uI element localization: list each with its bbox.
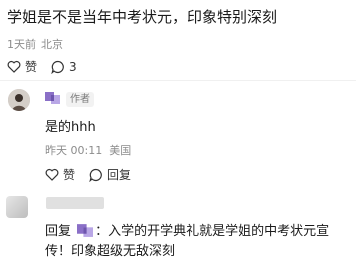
post-comment-count: 3 <box>69 59 77 74</box>
reply1-avatar[interactable] <box>8 89 30 111</box>
reply1-text: 是的hhh <box>45 120 96 135</box>
post-meta: 1天前 北京 <box>7 36 63 52</box>
comment-icon <box>51 60 64 74</box>
comment-icon <box>89 168 102 182</box>
post-time: 1天前 <box>7 38 36 51</box>
author-badge: 作者 <box>66 92 94 107</box>
reply1-like-button[interactable]: 赞 <box>45 166 75 183</box>
post-comment-button[interactable]: 3 <box>51 60 77 74</box>
author-name-icon[interactable] <box>77 222 94 238</box>
post-like-label: 赞 <box>25 60 38 74</box>
post-text: 学姐是不是当年中考状元，印象特别深刻 <box>7 8 278 26</box>
heart-icon <box>7 60 21 73</box>
reply2-text: 回复 ：入学的开学典礼就是学姐的中考状元宣传！印象超级无敌深刻 <box>45 222 351 262</box>
post-like-button[interactable]: 赞 <box>7 58 37 75</box>
reply1-time: 昨天 00:11 <box>45 144 103 157</box>
divider <box>0 80 356 81</box>
reply2-username-blurred <box>46 197 104 209</box>
post-actions: 赞 3 <box>7 58 91 75</box>
reply1-location: 美国 <box>109 144 132 157</box>
reply1-actions: 赞 回复 <box>45 166 145 183</box>
person-avatar-icon <box>8 89 30 111</box>
reply1-reply-label: 回复 <box>107 168 132 182</box>
heart-icon <box>45 168 59 181</box>
reply1-meta: 昨天 00:11 美国 <box>45 142 131 158</box>
reply1-like-label: 赞 <box>63 168 76 182</box>
reply2-avatar[interactable] <box>6 196 28 218</box>
reply2-prefix: 回复 <box>45 224 72 239</box>
reply1-reply-button[interactable]: 回复 <box>89 166 131 183</box>
post-location: 北京 <box>41 38 63 51</box>
author-name-icon[interactable] <box>45 90 60 105</box>
